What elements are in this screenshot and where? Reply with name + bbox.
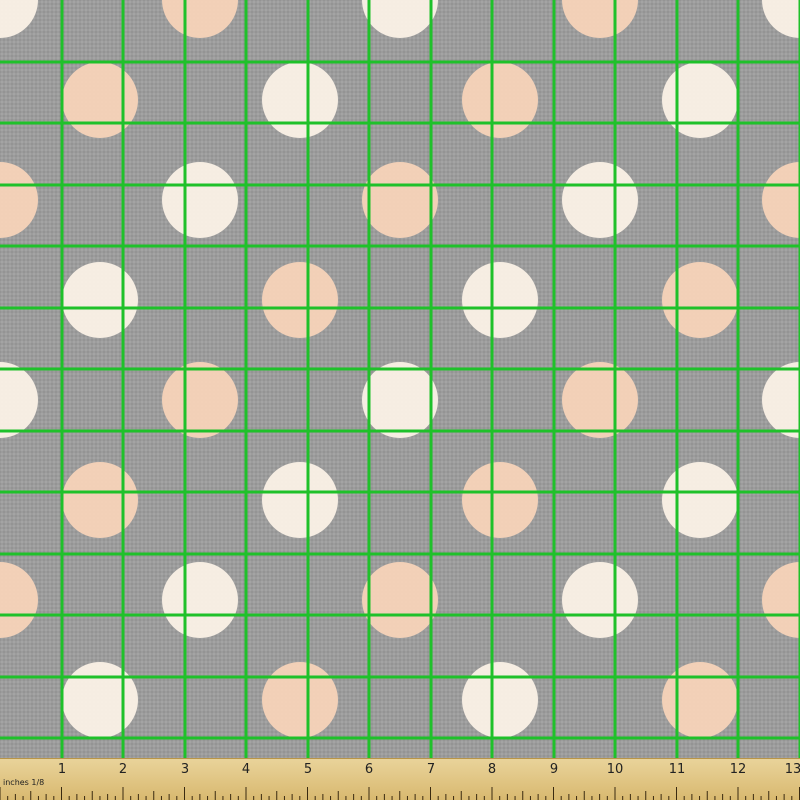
polka-dot [562, 362, 638, 438]
ruler-label: 4 [241, 762, 251, 777]
ruler-label: 1 [57, 762, 67, 777]
polka-dot [462, 462, 538, 538]
ruler-label: 5 [303, 762, 313, 777]
fabric-pattern [0, 0, 800, 760]
polka-dot [0, 0, 38, 38]
polka-dot [362, 162, 438, 238]
polka-dot [462, 262, 538, 338]
ruler-label: 3 [180, 762, 190, 777]
ruler-label: 12 [729, 762, 747, 777]
polka-dot [662, 262, 738, 338]
ruler-label: 6 [364, 762, 374, 777]
polka-dot [62, 662, 138, 738]
ruler-label: 9 [549, 762, 559, 777]
polka-dot [562, 562, 638, 638]
polka-dot [62, 62, 138, 138]
polka-dot [762, 162, 800, 238]
polka-dot [162, 562, 238, 638]
polka-dot [362, 0, 438, 38]
polka-dot [0, 562, 38, 638]
ruler-unit-caption: inches 1/8 [3, 778, 45, 787]
polka-dot [0, 162, 38, 238]
fabric-swatch-view: 1 2 3 4 5 6 7 8 9 10 11 12 13 inches 1/8 [0, 0, 800, 800]
polka-dot-fabric [0, 0, 800, 760]
polka-dot [262, 662, 338, 738]
polka-dot [662, 462, 738, 538]
polka-dot [0, 362, 38, 438]
polka-dot [462, 62, 538, 138]
polka-dot [362, 362, 438, 438]
ruler-label: 8 [487, 762, 497, 777]
polka-dot [562, 0, 638, 38]
polka-dot [162, 0, 238, 38]
polka-dot [62, 462, 138, 538]
polka-dot [462, 662, 538, 738]
polka-dot [262, 62, 338, 138]
polka-dot [762, 0, 800, 38]
ruler-label: 11 [668, 762, 686, 777]
ruler-label: 7 [426, 762, 436, 777]
polka-dot [662, 62, 738, 138]
polka-dot [262, 462, 338, 538]
polka-dot [262, 262, 338, 338]
polka-dot [362, 562, 438, 638]
ruler-label: 2 [118, 762, 128, 777]
polka-dot [62, 262, 138, 338]
polka-dot [162, 162, 238, 238]
polka-dot [762, 362, 800, 438]
ruler-label: 10 [606, 762, 624, 777]
measuring-ruler: 1 2 3 4 5 6 7 8 9 10 11 12 13 inches 1/8 [0, 758, 800, 800]
polka-dot [562, 162, 638, 238]
polka-dot [162, 362, 238, 438]
polka-dot [662, 662, 738, 738]
polka-dot [762, 562, 800, 638]
ruler-label: 13 [784, 762, 800, 777]
